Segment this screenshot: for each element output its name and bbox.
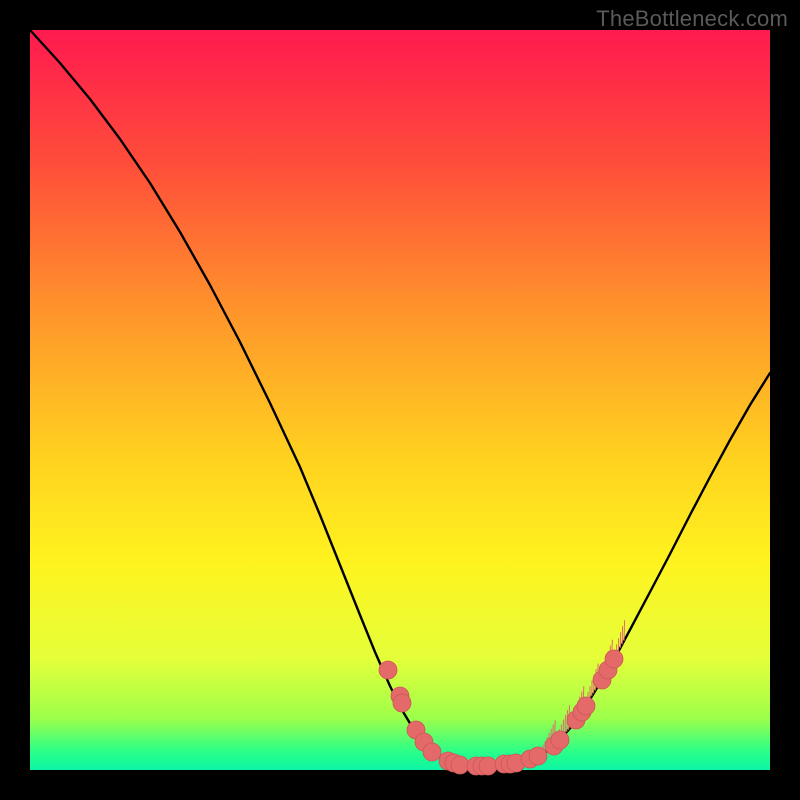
chart-frame: TheBottleneck.com	[0, 0, 800, 800]
bottleneck-chart	[0, 0, 800, 800]
